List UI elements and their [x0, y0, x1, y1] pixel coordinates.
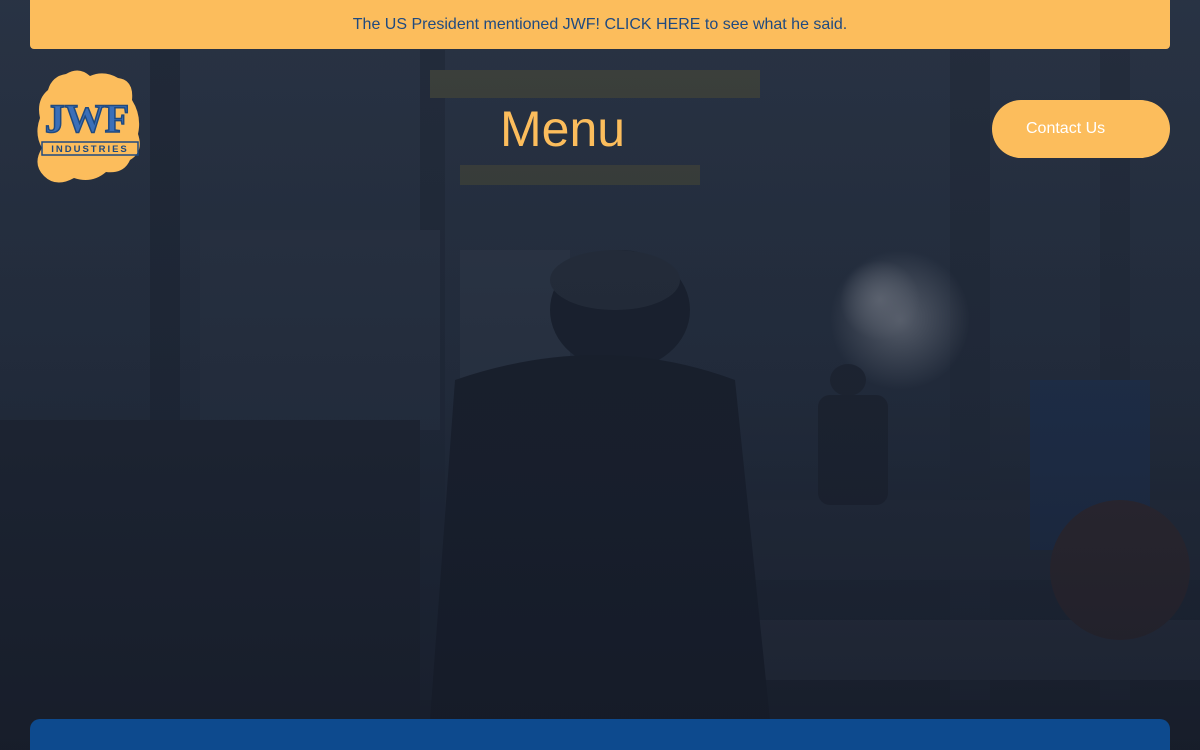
contact-us-label: Contact Us — [1026, 120, 1106, 137]
bottom-content-panel — [30, 719, 1170, 750]
menu-button[interactable]: Menu — [500, 100, 625, 158]
jwf-logo[interactable]: JWF INDUSTRIES — [34, 68, 144, 190]
svg-text:INDUSTRIES: INDUSTRIES — [51, 144, 129, 155]
announcement-banner[interactable]: The US President mentioned JWF! CLICK HE… — [30, 0, 1170, 49]
hero-section: The US President mentioned JWF! CLICK HE… — [0, 0, 1200, 750]
menu-label: Menu — [500, 101, 626, 157]
jwf-logo-icon: JWF INDUSTRIES — [37, 70, 140, 183]
contact-us-button[interactable]: Contact Us — [992, 100, 1170, 158]
svg-text:JWF: JWF — [45, 96, 129, 141]
announcement-text: The US President mentioned JWF! CLICK HE… — [352, 15, 848, 33]
